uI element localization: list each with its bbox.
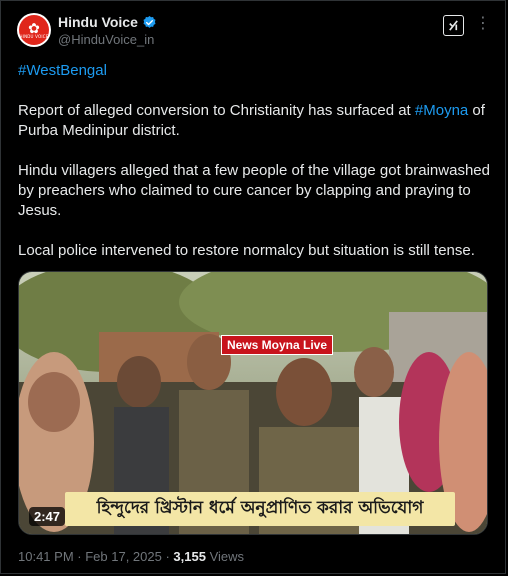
post-meta: 10:41 PM · Feb 17, 2025 · 3,155 Views — [18, 549, 245, 564]
news-live-label: News Moyna Live — [221, 335, 334, 355]
tweet-card: ✿ HINDU VOICE Hindu Voice @HinduVoice_in… — [0, 0, 506, 574]
post-date[interactable]: Feb 17, 2025 — [85, 549, 162, 564]
author-name[interactable]: Hindu Voice — [58, 14, 138, 30]
post-time[interactable]: 10:41 PM — [18, 549, 74, 564]
avatar[interactable]: ✿ HINDU VOICE — [17, 13, 51, 47]
hashtag-westbengal[interactable]: #WestBengal — [18, 62, 107, 79]
post-paragraph-1: Report of alleged conversion to Christia… — [18, 102, 485, 139]
post-paragraph-2: Hindu villagers alleged that a few peopl… — [18, 162, 490, 219]
author-row: Hindu Voice — [58, 14, 157, 30]
video-chyron: হিন্দুদের খ্রিস্টান ধর্মে অনুপ্রাণিত করা… — [65, 492, 455, 526]
more-options-icon[interactable]: ⋮ — [475, 13, 492, 33]
avatar-logo: ✿ HINDU VOICE — [19, 15, 49, 45]
post-text: #WestBengal Report of alleged conversion… — [18, 61, 498, 261]
views-label: Views — [205, 549, 245, 564]
author-handle[interactable]: @HinduVoice_in — [58, 32, 154, 47]
verified-badge-icon — [143, 15, 156, 28]
hashtag-moyna[interactable]: #Moyna — [415, 102, 468, 119]
views-count: 3,155 — [173, 549, 206, 564]
grok-icon[interactable] — [443, 15, 464, 36]
video-duration: 2:47 — [29, 507, 66, 526]
grok-glyph — [449, 20, 458, 31]
video-player[interactable]: News Moyna Live হিন্দুদের খ্রিস্টান ধর্ম… — [18, 271, 488, 535]
post-paragraph-3: Local police intervened to restore norma… — [18, 242, 475, 259]
